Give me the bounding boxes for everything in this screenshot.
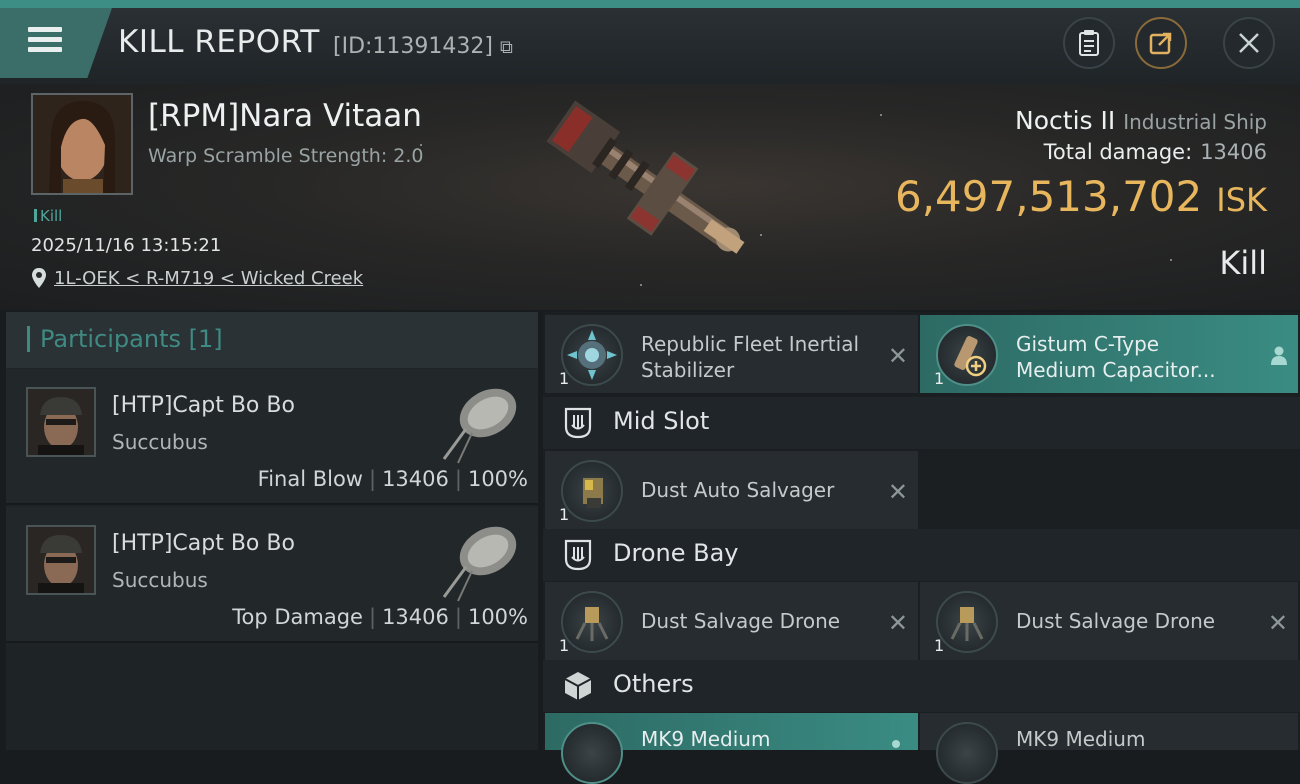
copy-icon[interactable]: ⧉ <box>500 37 513 58</box>
participant-ship: Succubus <box>112 568 208 592</box>
salvage-drone-icon <box>561 591 623 653</box>
item-name: Gistum C-Type Medium Capacitor... <box>1016 332 1216 382</box>
participant-avatar <box>26 387 96 457</box>
participant-ship: Succubus <box>112 430 208 454</box>
total-damage: Total damage: 13406 <box>1043 140 1267 164</box>
participant-row[interactable]: [HTP]Capt Bo Bo Succubus Final Blow | 1340… <box>6 369 538 505</box>
destroyed-icon: ✕ <box>887 342 908 370</box>
fitting-item[interactable]: MK9 Medium <box>920 713 1298 784</box>
result-label: Kill <box>1219 244 1267 282</box>
salvager-icon <box>561 460 623 522</box>
section-mid-slot: Mid Slot <box>543 397 1300 449</box>
clipboard-icon <box>1079 30 1099 56</box>
fitting-item[interactable]: 1 Gistum C-Type Medium Capacitor... <box>920 315 1298 393</box>
fitting-item[interactable]: MK9 Medium <box>545 713 918 784</box>
item-name: Dust Salvage Drone <box>641 609 841 633</box>
capacitor-icon <box>936 324 998 386</box>
cube-icon <box>563 670 593 702</box>
fitting-item[interactable]: 1 Dust Salvage Drone ✕ <box>545 582 918 660</box>
victim-name[interactable]: [RPM]Nara Vitaan <box>148 98 422 134</box>
fitting-item[interactable]: 1 Dust Auto Salvager ✕ <box>545 451 918 529</box>
fitting-item[interactable]: 1 Dust Salvage Drone ✕ <box>920 582 1298 660</box>
ship-name[interactable]: Noctis II Industrial Ship <box>1015 106 1267 135</box>
ship-class: Industrial Ship <box>1123 110 1267 134</box>
participant-stats: Final Blow | 13406 | 100% <box>257 467 528 491</box>
item-name: Republic Fleet Inertial Stabilizer <box>641 332 860 382</box>
close-icon <box>1239 33 1259 53</box>
share-icon <box>1149 32 1172 55</box>
mid-slot-icon <box>563 407 593 439</box>
victim-portrait <box>31 93 133 195</box>
kill-location-link[interactable]: 1L-OEK < R-M719 < Wicked Creek <box>54 268 363 289</box>
kill-tag: Kill <box>34 207 62 225</box>
header-accent-line <box>0 0 1300 8</box>
item-name: Dust Salvage Drone <box>1016 609 1216 633</box>
destroyed-icon: ✕ <box>887 478 908 506</box>
ship-render <box>530 92 780 286</box>
page-title: KILL REPORT <box>118 24 320 60</box>
report-id: [ID:11391432] ⧉ <box>333 34 513 59</box>
drone-bay-icon <box>563 539 593 571</box>
fitting-item[interactable]: 1 Republic Fleet Inertial Stabilizer ✕ <box>545 315 918 393</box>
item-name: Dust Auto Salvager <box>641 478 835 502</box>
isk-value: 6,497,513,702 ISK <box>894 172 1267 221</box>
participant-name: [HTP]Capt Bo Bo <box>112 531 295 556</box>
status-dot <box>892 740 900 748</box>
participant-row[interactable]: [HTP]Capt Bo Bo Succubus Top Damage | 1340… <box>6 507 538 643</box>
section-drone-bay: Drone Bay <box>543 529 1300 581</box>
close-button[interactable] <box>1223 17 1275 69</box>
participant-ship-render <box>436 515 524 605</box>
person-icon <box>1270 343 1288 371</box>
kill-datetime: 2025/11/16 13:15:21 <box>31 235 222 256</box>
participant-stats: Top Damage | 13406 | 100% <box>232 605 528 629</box>
warp-scramble-strength: Warp Scramble Strength: 2.0 <box>148 145 424 167</box>
destroyed-icon: ✕ <box>1267 609 1288 637</box>
clipboard-button[interactable] <box>1063 17 1115 69</box>
participant-ship-render <box>436 377 524 467</box>
location-pin-icon <box>31 267 47 293</box>
share-button[interactable] <box>1135 17 1187 69</box>
ammo-icon <box>936 722 998 784</box>
item-name: MK9 Medium <box>641 727 771 751</box>
destroyed-icon: ✕ <box>887 609 908 637</box>
participant-avatar <box>26 525 96 595</box>
participants-title[interactable]: Participants [1] <box>40 325 223 353</box>
section-others: Others <box>543 660 1300 712</box>
item-name: MK9 Medium <box>1016 727 1146 751</box>
salvage-drone-icon <box>936 591 998 653</box>
ammo-icon <box>561 722 623 784</box>
inertial-stabilizer-icon <box>561 324 623 386</box>
menu-icon <box>28 27 62 32</box>
participant-name: [HTP]Capt Bo Bo <box>112 393 295 418</box>
